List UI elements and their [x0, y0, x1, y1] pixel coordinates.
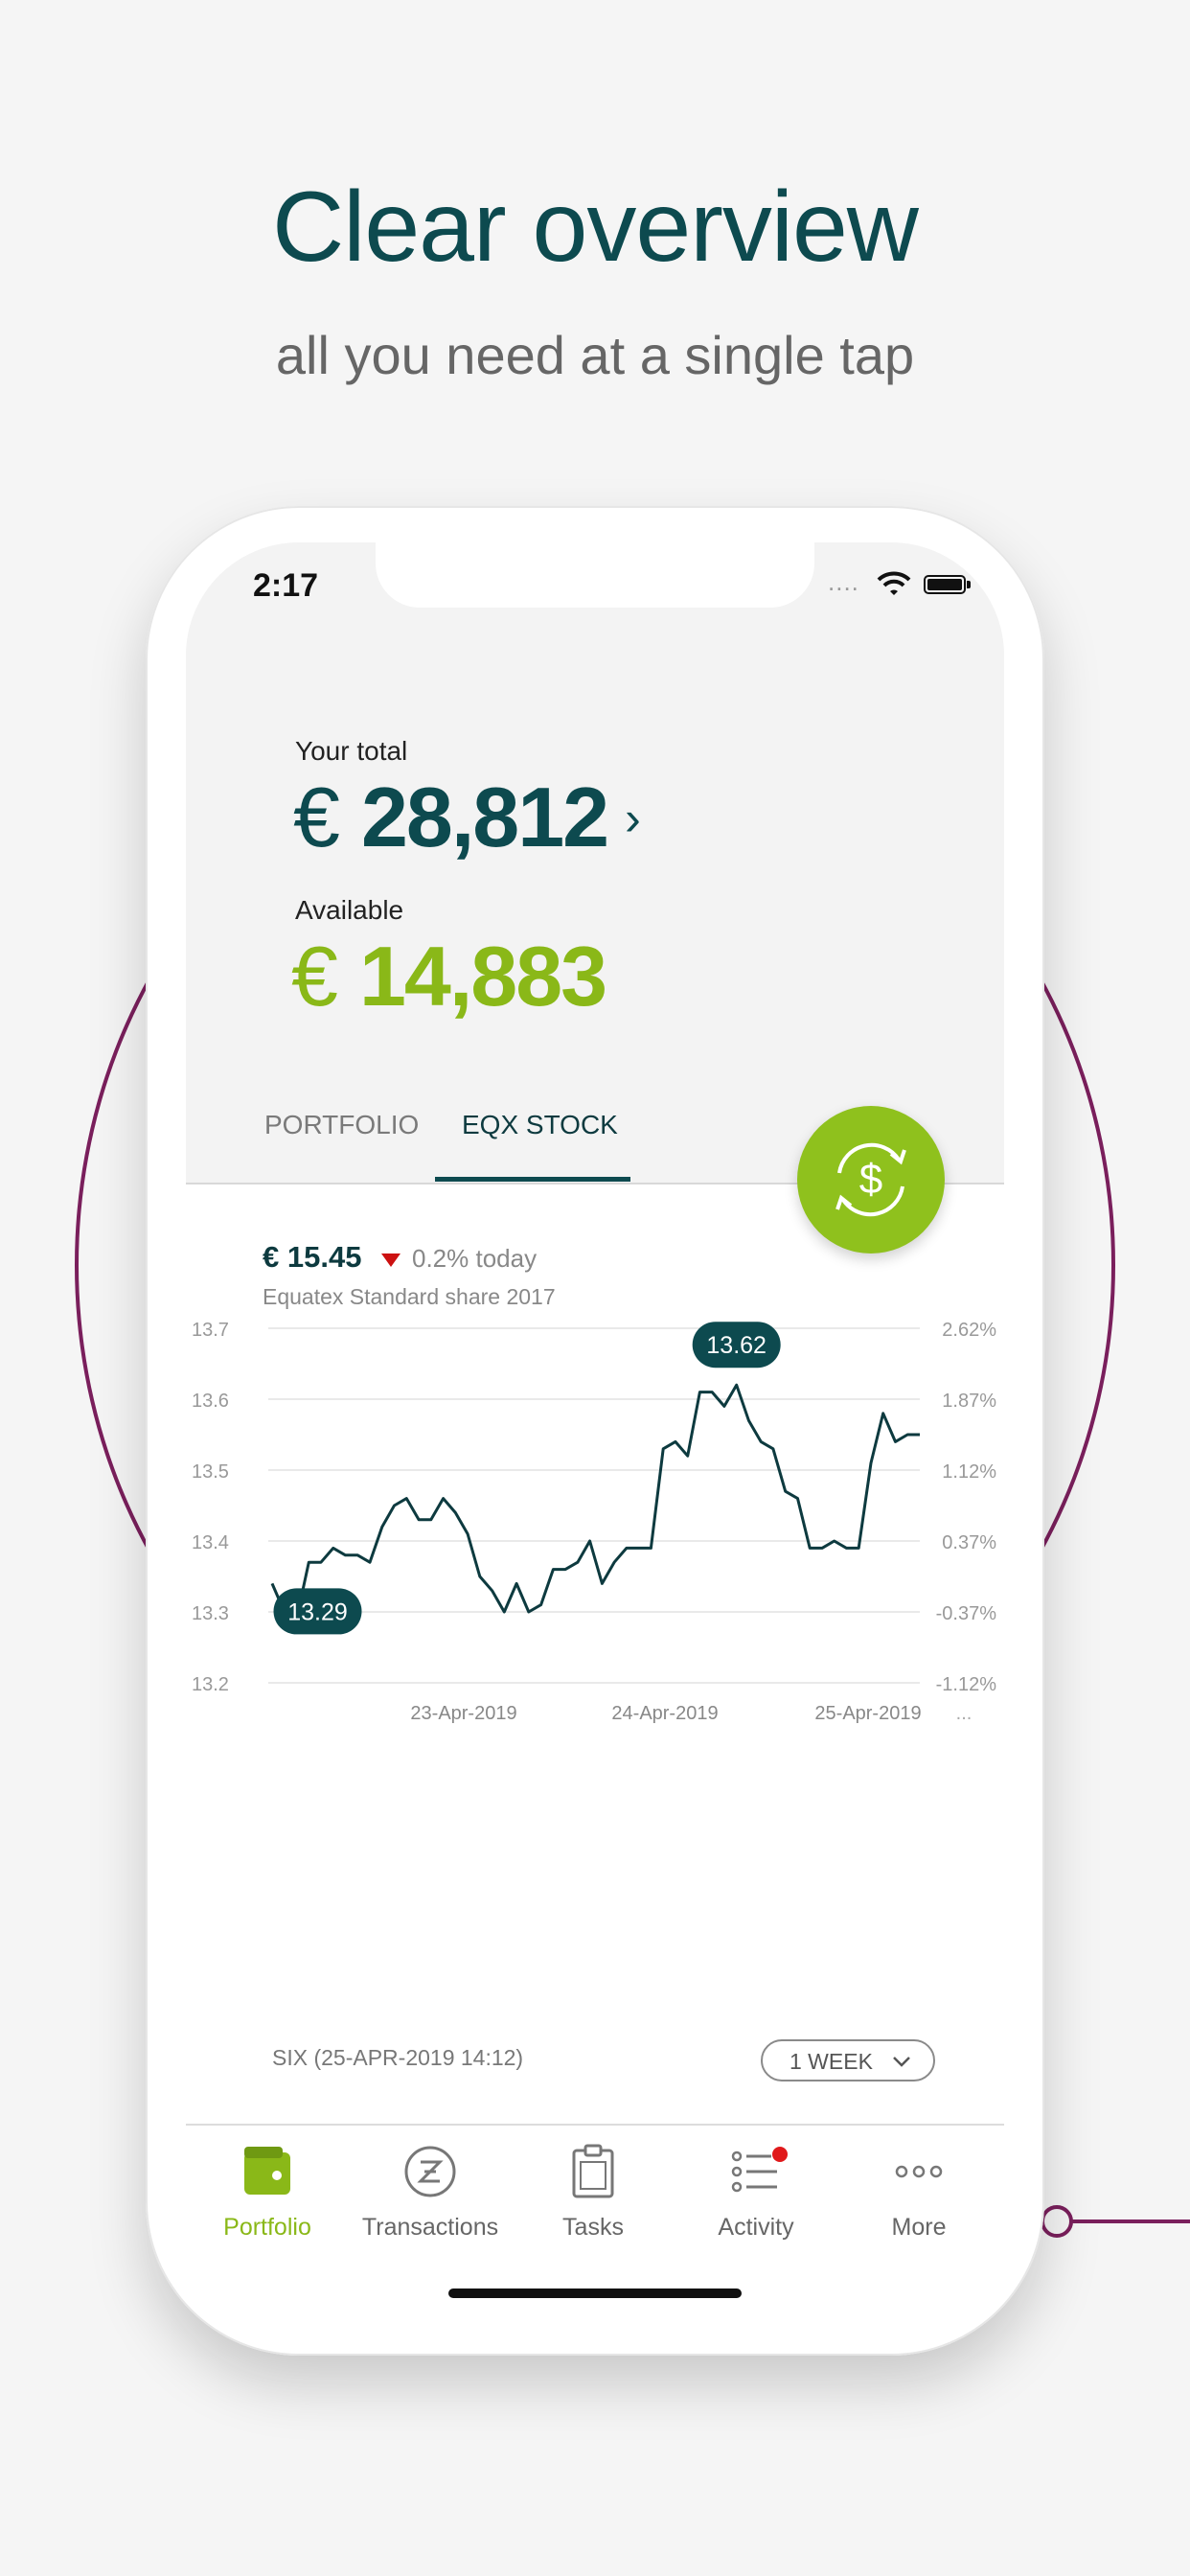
chevron-right-icon[interactable]: ›: [625, 792, 641, 845]
nav-item-activity[interactable]: Activity: [675, 2143, 837, 2258]
share-name: Equatex Standard share 2017: [263, 1284, 556, 1309]
nav-label-tasks: Tasks: [562, 2214, 624, 2241]
exchange-action-button[interactable]: $: [797, 1106, 945, 1254]
nav-label-more: More: [891, 2214, 947, 2241]
nav-item-transactions[interactable]: Transactions: [349, 2143, 512, 2258]
available-label: Available: [295, 895, 404, 925]
x-tick-label: 24-Apr-2019: [611, 1703, 718, 1724]
available-value: 14,883: [358, 929, 607, 1024]
decorative-line: [1069, 2220, 1190, 2223]
stock-chart[interactable]: 13.7 2.62% 13.6 1.87% 13.5 1.12% 13.4 0.37% 13.3…: [186, 1319, 1004, 1769]
nav-item-tasks[interactable]: Tasks: [512, 2143, 675, 2258]
period-select[interactable]: 1 WEEK: [761, 2039, 935, 2082]
total-amount[interactable]: €28,812 ›: [293, 769, 641, 866]
available-currency: €: [291, 929, 338, 1024]
nav-label-portfolio: Portfolio: [223, 2214, 311, 2241]
clipboard-icon: [572, 2144, 614, 2198]
price-line: [270, 1383, 920, 1621]
signal-dots-icon: ....: [828, 567, 859, 596]
total-value: 28,812: [360, 770, 609, 864]
stock-price: € 15.45: [263, 1240, 362, 1274]
stock-change: 0.2% today: [412, 1244, 538, 1273]
transactions-icon: [404, 2146, 456, 2197]
promo-subline: all you need at a single tap: [275, 325, 915, 385]
y-tick-label-left: 13.6: [192, 1391, 229, 1412]
min-callout-label: 13.29: [287, 1598, 348, 1625]
battery-tip: [967, 581, 971, 588]
down-arrow-icon: [381, 1254, 400, 1267]
y-tick-label-right: -1.12%: [936, 1674, 997, 1695]
battery-icon: [924, 575, 966, 594]
nav-label-activity: Activity: [718, 2214, 794, 2241]
nav-item-portfolio[interactable]: Portfolio: [186, 2143, 349, 2258]
promo-headline: Clear overview: [272, 172, 919, 283]
notification-badge: [772, 2147, 788, 2162]
y-tick-label-right: 0.37%: [942, 1532, 996, 1553]
y-tick-label-left: 13.2: [192, 1674, 229, 1695]
y-tick-label-right: 1.87%: [942, 1391, 996, 1412]
nav-divider: [186, 2124, 1004, 2126]
y-tick-label-right: 1.12%: [942, 1461, 996, 1483]
y-tick-label-left: 13.7: [192, 1320, 229, 1341]
period-label: 1 WEEK: [790, 2049, 873, 2074]
nav-item-more[interactable]: More: [837, 2143, 1000, 2258]
tab-portfolio[interactable]: PORTFOLIO: [264, 1110, 419, 1140]
x-tick-ellipsis: ...: [956, 1703, 973, 1724]
status-time: 2:17: [253, 567, 319, 604]
total-currency: €: [293, 770, 340, 864]
currency-exchange-icon: $: [835, 1142, 906, 1217]
y-tick-label-left: 13.4: [192, 1532, 229, 1553]
y-tick-label-right: -0.37%: [936, 1603, 997, 1624]
x-tick-label: 25-Apr-2019: [814, 1703, 921, 1724]
available-amount: €14,883: [291, 928, 607, 1025]
tab-eqx-stock[interactable]: EQX STOCK: [462, 1110, 618, 1140]
y-tick-label-right: 2.62%: [942, 1320, 996, 1341]
phone-notch: [376, 542, 814, 608]
nav-label-transactions: Transactions: [361, 2214, 499, 2241]
app-screen: 2:17 .... Your total €28,812 › Available …: [186, 542, 1004, 2319]
more-dots-icon: [895, 2165, 943, 2178]
exchange-info: SIX (25-APR-2019 14:12): [272, 2045, 524, 2070]
chevron-down-icon: [893, 2057, 910, 2067]
total-label: Your total: [295, 736, 408, 766]
active-tab-indicator: [435, 1177, 630, 1182]
y-tick-label-left: 13.5: [192, 1461, 229, 1483]
max-callout-label: 13.62: [706, 1332, 767, 1359]
wifi-icon: [877, 571, 911, 595]
wallet-icon: [244, 2147, 290, 2195]
decorative-dot: [1041, 2205, 1073, 2238]
y-tick-label-left: 13.3: [192, 1603, 229, 1624]
svg-text:$: $: [859, 1156, 882, 1203]
x-tick-label: 23-Apr-2019: [410, 1703, 516, 1724]
home-indicator: [448, 2288, 742, 2298]
